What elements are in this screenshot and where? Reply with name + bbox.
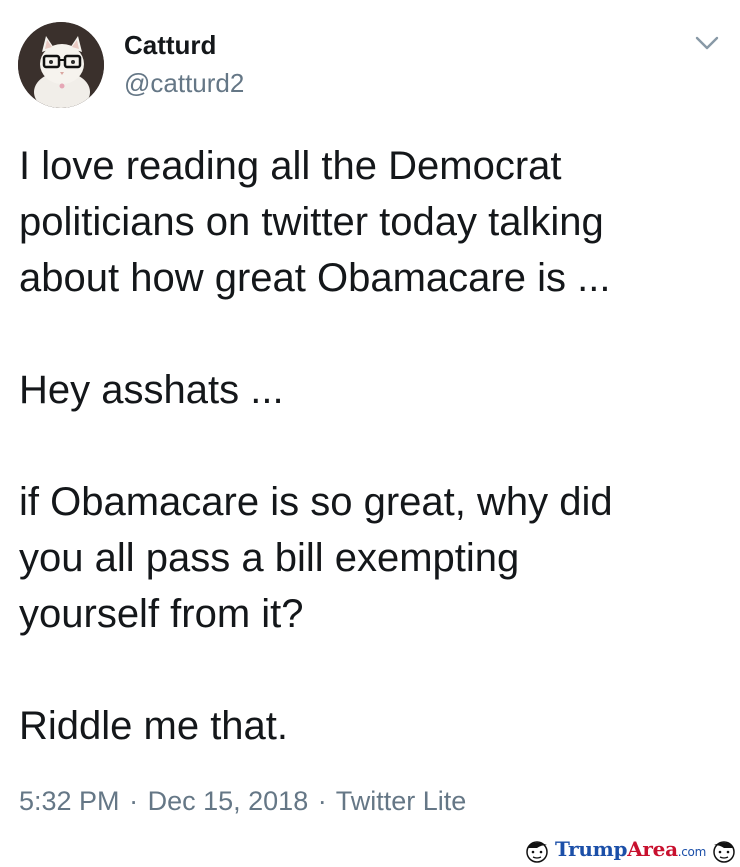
tweet-time[interactable]: 5:32 PM xyxy=(19,786,120,816)
tweet-text: I love reading all the Democrat politici… xyxy=(19,138,719,754)
trump-face-icon xyxy=(526,841,548,863)
tweet-paragraph: Hey asshats ... xyxy=(19,368,284,412)
watermark-brand-accent: Area xyxy=(627,837,678,861)
avatar[interactable] xyxy=(18,22,104,108)
tweet-metadata: 5:32 PM · Dec 15, 2018 · Twitter Lite xyxy=(19,784,466,818)
display-name[interactable]: Catturd xyxy=(124,30,216,60)
trump-face-icon xyxy=(713,841,735,863)
watermark-tld: .com xyxy=(677,845,707,859)
user-handle[interactable]: @catturd2 xyxy=(124,68,244,98)
tweet-date[interactable]: Dec 15, 2018 xyxy=(148,786,309,816)
separator: · xyxy=(317,786,327,816)
watermark-text: TrumpArea.com xyxy=(555,836,706,865)
tweet-card: Catturd @catturd2 I love reading all the… xyxy=(0,0,740,867)
tweet-source[interactable]: Twitter Lite xyxy=(336,786,467,816)
tweet-paragraph: Riddle me that. xyxy=(19,704,289,748)
watermark: TrumpArea.com xyxy=(523,835,738,865)
tweet-paragraph: I love reading all the Democrat politici… xyxy=(19,144,611,300)
cat-avatar-image xyxy=(18,22,104,108)
watermark-brand: Trump xyxy=(555,837,628,861)
separator: · xyxy=(129,786,139,816)
chevron-down-icon[interactable] xyxy=(692,30,722,56)
tweet-paragraph: if Obamacare is so great, why did you al… xyxy=(19,480,613,636)
